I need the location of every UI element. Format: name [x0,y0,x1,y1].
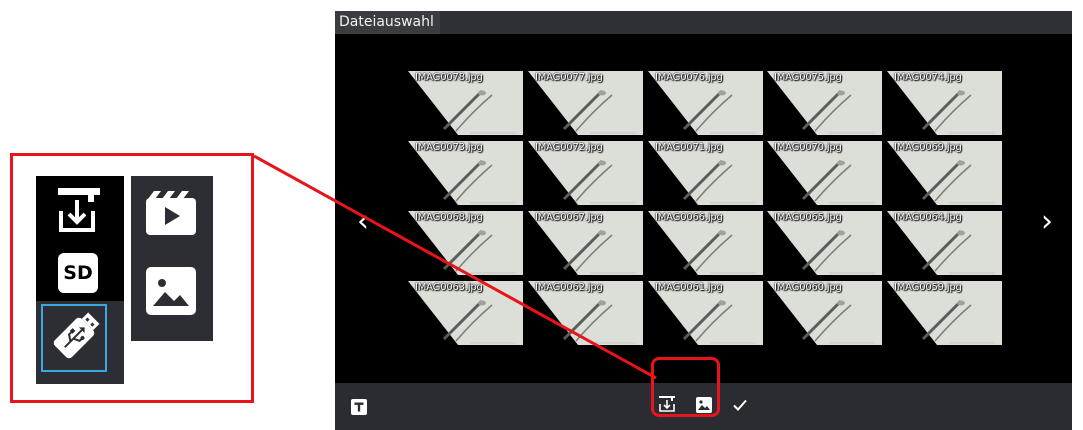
file-name-label: IMAG0074.jpg [894,72,962,83]
file-thumbnail[interactable]: IMAG0068.jpg [408,211,523,275]
chevron-right-icon[interactable]: › [1041,207,1053,237]
file-thumbnail[interactable]: IMAG0073.jpg [408,141,523,205]
file-thumbnail[interactable]: IMAG0070.jpg [767,141,882,205]
file-name-label: IMAG0072.jpg [535,142,603,153]
file-thumbnail[interactable]: IMAG0072.jpg [528,141,643,205]
file-name-label: IMAG0061.jpg [655,282,723,293]
file-thumbnail[interactable]: IMAG0065.jpg [767,211,882,275]
video-icon[interactable] [145,190,197,240]
media-type-bar [131,176,213,341]
file-thumbnail[interactable]: IMAG0061.jpg [648,281,763,345]
file-thumbnail[interactable]: IMAG0060.jpg [767,281,882,345]
toolbar-highlight-frame [651,357,720,417]
file-thumbnail[interactable]: IMAG0059.jpg [887,281,1002,345]
file-name-label: IMAG0067.jpg [535,212,603,223]
file-name-label: IMAG0066.jpg [655,212,723,223]
usb-icon [53,312,100,359]
file-thumbnail[interactable]: IMAG0071.jpg [648,141,763,205]
file-name-label: IMAG0077.jpg [535,72,603,83]
file-thumbnail[interactable]: IMAG0075.jpg [767,71,882,135]
file-thumbnail[interactable]: IMAG0062.jpg [528,281,643,345]
usb-source-button[interactable] [41,304,107,372]
file-name-label: IMAG0064.jpg [894,212,962,223]
title-bar: Dateiauswahl [335,11,1072,34]
file-name-label: IMAG0069.jpg [894,142,962,153]
file-thumbnail[interactable]: IMAG0077.jpg [528,71,643,135]
file-thumbnail[interactable]: IMAG0064.jpg [887,211,1002,275]
callout-zoom-box: SD [10,153,254,403]
file-name-label: IMAG0063.jpg [415,282,483,293]
file-thumbnail[interactable]: IMAG0063.jpg [408,281,523,345]
checkmark-icon[interactable] [731,396,749,418]
file-name-label: IMAG0076.jpg [655,72,723,83]
file-thumbnail[interactable]: IMAG0066.jpg [648,211,763,275]
file-thumbnail[interactable]: IMAG0078.jpg [408,71,523,135]
file-thumbnail[interactable]: IMAG0074.jpg [887,71,1002,135]
file-name-label: IMAG0078.jpg [415,72,483,83]
file-name-label: IMAG0075.jpg [774,72,842,83]
file-name-label: IMAG0060.jpg [774,282,842,293]
file-name-label: IMAG0065.jpg [774,212,842,223]
sd-label: SD [63,262,93,284]
file-name-label: IMAG0071.jpg [655,142,723,153]
thumbnail-grid: IMAG0078.jpg IMAG0077.jpg IMAG0076.jpg IMAG… [408,71,1008,352]
sd-card-icon[interactable]: SD [57,252,99,298]
file-thumbnail[interactable]: IMAG0069.jpg [887,141,1002,205]
text-icon[interactable] [350,398,368,420]
file-name-label: IMAG0068.jpg [415,212,483,223]
file-thumbnail[interactable]: IMAG0067.jpg [528,211,643,275]
file-thumbnail[interactable]: IMAG0076.jpg [648,71,763,135]
storage-source-bar: SD [36,176,124,384]
file-name-label: IMAG0062.jpg [535,282,603,293]
image-icon[interactable] [145,266,197,320]
import-icon[interactable] [56,186,102,238]
window-title: Dateiauswahl [335,11,440,34]
chevron-left-icon[interactable]: ‹ [357,207,369,237]
file-name-label: IMAG0059.jpg [894,282,962,293]
file-name-label: IMAG0073.jpg [415,142,483,153]
file-name-label: IMAG0070.jpg [774,142,842,153]
